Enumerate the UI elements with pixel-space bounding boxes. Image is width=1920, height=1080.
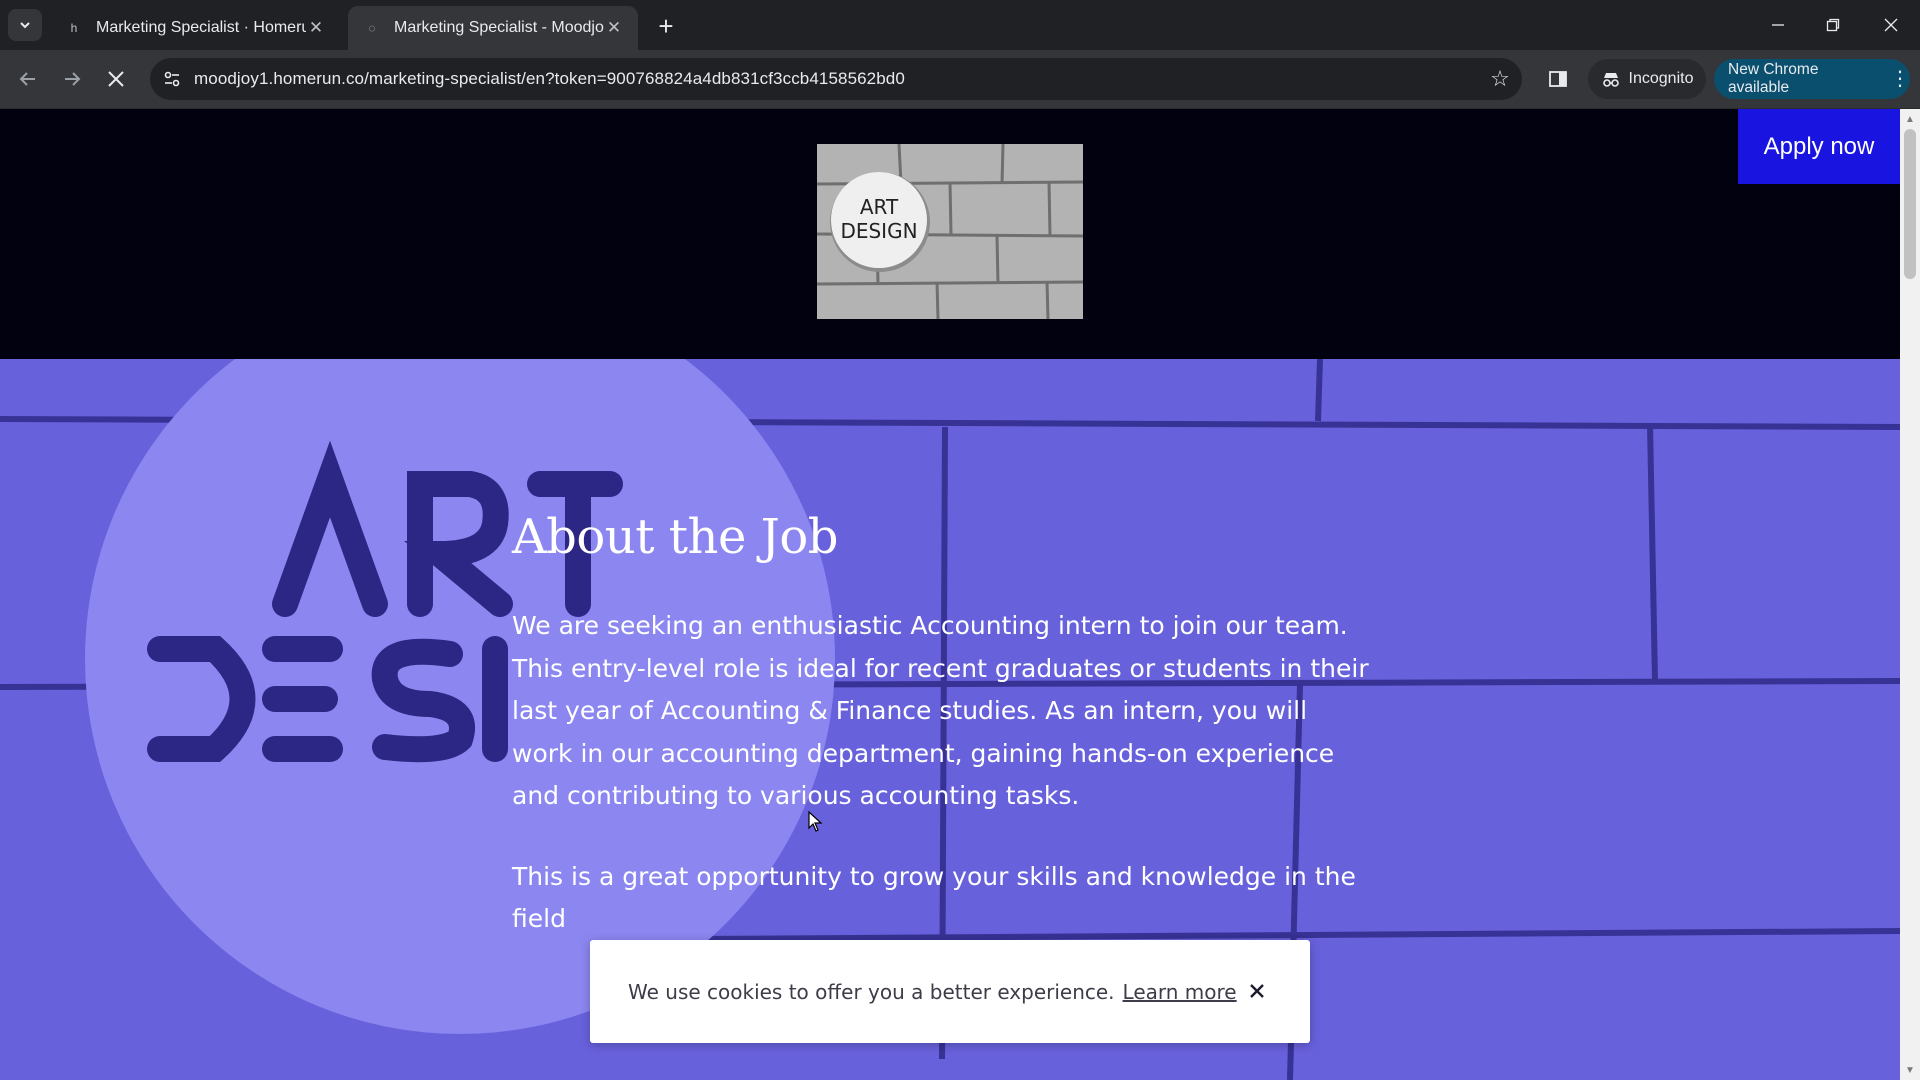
- scroll-up-arrow-icon[interactable]: ▲: [1900, 111, 1920, 127]
- restore-window-icon[interactable]: [1810, 8, 1856, 42]
- tab-homerun[interactable]: h Marketing Specialist · Homerun ✕: [50, 6, 340, 50]
- cookie-banner: We use cookies to offer you a better exp…: [590, 940, 1310, 1043]
- learn-more-link[interactable]: Learn more: [1123, 980, 1237, 1004]
- forward-arrow-icon[interactable]: [56, 63, 88, 95]
- scrollbar-thumb[interactable]: [1904, 129, 1916, 279]
- job-paragraph-1: We are seeking an enthusiastic Accountin…: [512, 611, 1369, 810]
- address-bar[interactable]: moodjoy1.homerun.co/marketing-specialist…: [150, 58, 1522, 100]
- apply-now-button[interactable]: Apply now: [1738, 109, 1900, 184]
- homerun-favicon-icon: h: [70, 21, 78, 35]
- logo-line-1: ART: [860, 195, 899, 219]
- back-arrow-icon[interactable]: [12, 63, 44, 95]
- tab-search-button[interactable]: [8, 9, 42, 41]
- bookmark-star-icon[interactable]: ☆: [1478, 58, 1522, 100]
- tab-title: Marketing Specialist · Homerun: [96, 19, 306, 36]
- logo-line-2: DESIGN: [840, 219, 917, 243]
- scroll-down-arrow-icon[interactable]: ▼: [1900, 1062, 1920, 1078]
- job-description: About the Job We are seeking an enthusia…: [512, 509, 1372, 979]
- minimize-window-icon[interactable]: [1755, 8, 1801, 42]
- side-panel-icon[interactable]: [1542, 63, 1574, 95]
- chevron-down-icon: [20, 22, 30, 29]
- tab-strip: h Marketing Specialist · Homerun ✕ ◌ Mar…: [0, 0, 1920, 50]
- url-text[interactable]: moodjoy1.homerun.co/marketing-specialist…: [194, 69, 1478, 89]
- cookie-message: We use cookies to offer you a better exp…: [628, 979, 1115, 1004]
- new-tab-button[interactable]: +: [652, 11, 680, 41]
- close-tab-icon[interactable]: ✕: [306, 18, 326, 38]
- site-settings-icon[interactable]: [150, 58, 194, 100]
- more-menu-icon[interactable]: ⋮: [1890, 69, 1910, 89]
- close-tab-icon[interactable]: ✕: [604, 18, 624, 38]
- page-header: ART DESIGN Apply now: [0, 109, 1900, 359]
- close-window-icon[interactable]: [1868, 8, 1914, 42]
- job-paragraph-2: This is a great opportunity to grow your…: [512, 861, 1356, 934]
- brick-wall-logo-image: ART DESIGN: [817, 144, 1083, 319]
- section-title: About the Job: [512, 509, 838, 565]
- page-viewport: ART DESIGN Apply now About the Job We ar…: [0, 109, 1900, 1080]
- mouse-cursor-icon: [808, 811, 823, 832]
- close-icon[interactable]: [1242, 976, 1272, 1006]
- page-scrollbar[interactable]: ▲ ▼: [1900, 109, 1920, 1080]
- incognito-icon: [1602, 73, 1619, 87]
- company-logo[interactable]: ART DESIGN: [817, 144, 1083, 319]
- incognito-indicator[interactable]: Incognito: [1588, 59, 1706, 99]
- loading-favicon-icon: ◌: [368, 21, 376, 35]
- update-label: New Chrome available: [1728, 61, 1819, 96]
- tab-title: Marketing Specialist - Moodjoy: [394, 19, 604, 36]
- incognito-label: Incognito: [1628, 70, 1694, 87]
- stop-loading-icon[interactable]: [100, 63, 132, 95]
- tab-moodjoy[interactable]: ◌ Marketing Specialist - Moodjoy ✕: [348, 6, 638, 50]
- new-chrome-available-button[interactable]: New Chrome available ⋮: [1714, 59, 1910, 99]
- browser-toolbar: moodjoy1.homerun.co/marketing-specialist…: [0, 50, 1920, 109]
